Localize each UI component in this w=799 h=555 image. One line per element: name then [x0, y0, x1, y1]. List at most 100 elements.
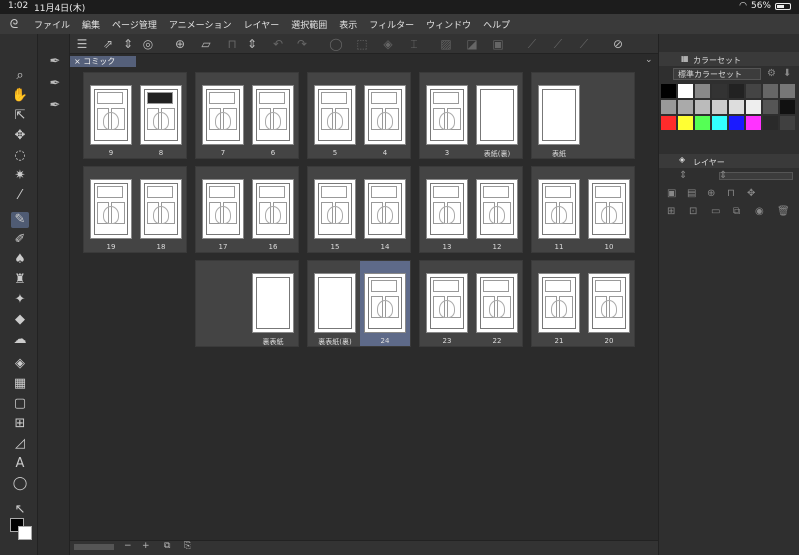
page-thumb[interactable] — [426, 179, 468, 239]
eraser-icon[interactable]: ◆ — [11, 312, 29, 328]
layer-tool-2-icon[interactable]: ▤ — [687, 188, 696, 199]
color-swatch[interactable] — [746, 116, 761, 130]
layer-tool-3-icon[interactable]: ⊕ — [707, 188, 715, 199]
zoom-in-icon[interactable]: + — [142, 541, 150, 551]
menu-layer[interactable]: レイヤー — [238, 18, 286, 31]
spread-back-cover[interactable]: 裏表紙 — [195, 260, 299, 347]
layer-tool-5-icon[interactable]: ✥ — [747, 188, 755, 199]
tool-dim-1-icon[interactable]: ◯ — [328, 36, 344, 52]
page-thumb[interactable] — [314, 273, 356, 333]
menu-page[interactable]: ページ管理 — [106, 18, 163, 31]
spread-15-14[interactable]: 15 14 — [307, 166, 411, 253]
save-icon[interactable]: ⊓ — [224, 36, 240, 52]
new-folder-icon[interactable]: ▭ — [711, 206, 720, 217]
spread-21-20[interactable]: 21 20 — [531, 260, 635, 347]
menu-selection[interactable]: 選択範囲 — [285, 18, 333, 31]
page-thumb[interactable] — [538, 273, 580, 333]
color-swatch[interactable] — [661, 84, 676, 98]
color-swatch[interactable] — [695, 116, 710, 130]
tool-dim-9-icon[interactable]: ⟋ — [550, 36, 566, 52]
figure-icon[interactable]: ▢ — [11, 396, 29, 412]
spread-13-12[interactable]: 13 12 — [419, 166, 523, 253]
open-folder-icon[interactable]: ▱ — [198, 36, 214, 52]
pen-icon[interactable]: ✎ — [11, 212, 29, 228]
subtool-pen-3-icon[interactable]: ✒ — [46, 98, 64, 116]
decoration-icon[interactable]: ✦ — [11, 292, 29, 308]
spread-17-16[interactable]: 17 16 — [195, 166, 299, 253]
color-swatch[interactable] — [712, 100, 727, 114]
page-thumb[interactable] — [476, 273, 518, 333]
page-thumb[interactable] — [364, 85, 406, 145]
move-icon[interactable]: ✥ — [11, 128, 29, 144]
frame-icon[interactable]: ⊞ — [11, 416, 29, 432]
new-page-icon[interactable]: ⊕ — [172, 36, 188, 52]
stepper-icon[interactable]: ⇕ — [120, 36, 136, 52]
color-swatch[interactable] — [746, 100, 761, 114]
app-logo-icon[interactable]: ᘓ — [0, 17, 28, 32]
layout-icon[interactable]: ⎘ — [184, 541, 191, 551]
page-thumb[interactable] — [252, 273, 294, 333]
color-swatch[interactable] — [763, 116, 778, 130]
sub-color-swatch[interactable] — [18, 526, 32, 540]
color-swatch[interactable] — [729, 100, 744, 114]
tool-dim-2-icon[interactable]: ⬚ — [354, 36, 370, 52]
pencil-icon[interactable]: ✐ — [11, 232, 29, 248]
page-thumb[interactable] — [538, 179, 580, 239]
color-swatch[interactable] — [712, 84, 727, 98]
color-swatch[interactable] — [678, 84, 693, 98]
page-thumb[interactable] — [588, 179, 630, 239]
color-swatch[interactable] — [661, 116, 676, 130]
page-thumb[interactable] — [364, 179, 406, 239]
lasso-icon[interactable]: ◌ — [11, 148, 29, 164]
page-thumb[interactable] — [252, 179, 294, 239]
wrench-icon[interactable]: ⚙ — [767, 68, 776, 79]
spread-backcover-back-24[interactable]: 裏表紙(裏) 24 — [307, 260, 411, 347]
color-swatch[interactable] — [678, 116, 693, 130]
page-thumb[interactable] — [202, 85, 244, 145]
fit-icon[interactable]: ⧉ — [164, 541, 170, 551]
delete-layer-icon[interactable]: 🗑 — [777, 206, 790, 217]
menu-view[interactable]: 表示 — [333, 18, 363, 31]
settings-icon[interactable]: ⊘ — [610, 36, 626, 52]
page-thumb-selected[interactable] — [364, 273, 406, 333]
color-swatch[interactable] — [763, 100, 778, 114]
color-swatch[interactable] — [780, 100, 795, 114]
spread-7-6[interactable]: 7 6 — [195, 72, 299, 159]
chevron-down-icon[interactable]: ⌄ — [645, 55, 653, 65]
color-swatch[interactable] — [712, 116, 727, 130]
mask-icon[interactable]: ◉ — [755, 206, 764, 217]
spread-5-4[interactable]: 5 4 — [307, 72, 411, 159]
spread-9-8[interactable]: 9 8 — [83, 72, 187, 159]
page-thumb[interactable] — [314, 179, 356, 239]
edit-icon[interactable]: ⇗ — [100, 36, 116, 52]
gradient-icon[interactable]: ▦ — [11, 376, 29, 392]
eyedropper-icon[interactable]: ⁄ — [11, 188, 29, 204]
spread-11-10[interactable]: 11 10 — [531, 166, 635, 253]
undo-icon[interactable]: ↶ — [270, 36, 286, 52]
color-swatch[interactable] — [780, 84, 795, 98]
menu-filter[interactable]: フィルター — [363, 18, 420, 31]
ruler-icon[interactable]: ◿ — [11, 436, 29, 452]
page-thumb[interactable] — [588, 273, 630, 333]
spread-19-18[interactable]: 19 18 — [83, 166, 187, 253]
menu-window[interactable]: ウィンドウ — [420, 18, 477, 31]
spread-23-22[interactable]: 23 22 — [419, 260, 523, 347]
layer-tool-1-icon[interactable]: ▣ — [667, 188, 676, 199]
blend-icon[interactable]: ☁ — [11, 332, 29, 348]
tool-dim-4-icon[interactable]: ⌶ — [406, 36, 422, 52]
color-swatch[interactable] — [695, 84, 710, 98]
download-icon[interactable]: ⬇ — [783, 68, 791, 79]
color-swatch[interactable] — [661, 100, 676, 114]
subtool-pen-1-icon[interactable]: ✒ — [46, 54, 64, 72]
tool-dim-5-icon[interactable]: ▨ — [438, 36, 454, 52]
spread-cover[interactable]: 表紙 — [531, 72, 635, 159]
color-set-tab[interactable]: カラーセット — [693, 55, 741, 66]
menu-list-icon[interactable]: ☰ — [74, 36, 90, 52]
color-swatch[interactable] — [729, 84, 744, 98]
hand-icon[interactable]: ✋ — [11, 88, 29, 104]
tool-dim-8-icon[interactable]: ⟋ — [524, 36, 540, 52]
zoom-slider[interactable] — [74, 544, 114, 550]
page-thumb[interactable] — [140, 85, 182, 145]
color-set-select[interactable]: 標準カラーセット — [673, 68, 761, 80]
redo-icon[interactable]: ↷ — [294, 36, 310, 52]
